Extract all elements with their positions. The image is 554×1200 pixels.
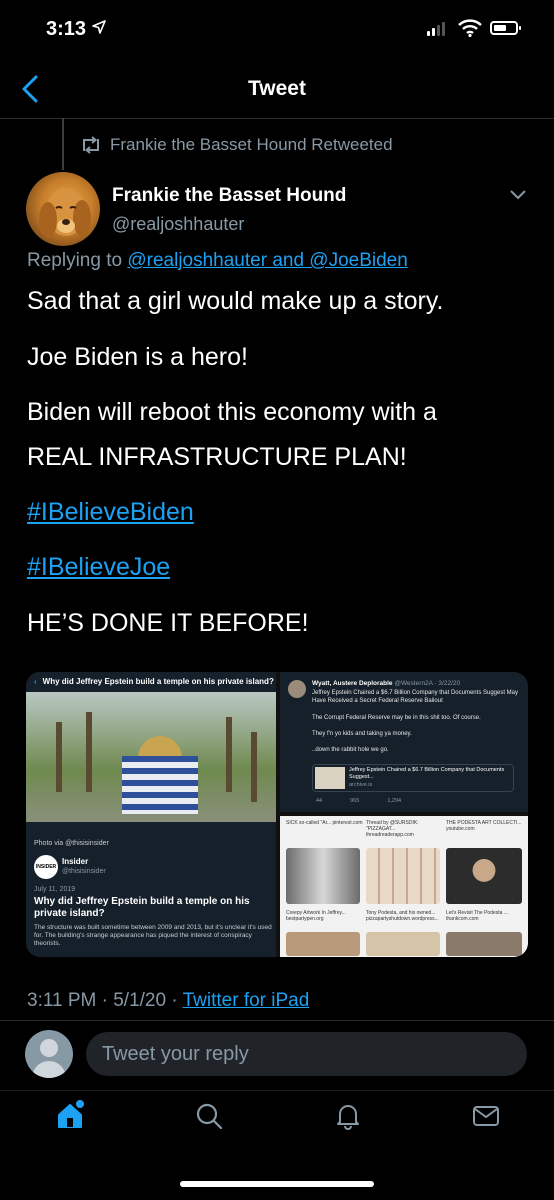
result-label: Let's Revisit The Podesta ... thankcom.c… xyxy=(446,910,509,922)
tweet-meta: 3:11 PM · 5/1/20 · Twitter for iPad xyxy=(27,990,309,1012)
tweet-text-line: HE’S DONE IT BEFORE! xyxy=(27,609,309,637)
reply-input[interactable] xyxy=(86,1032,527,1076)
screenshot-actions: 44 965 1,294 xyxy=(316,798,401,804)
nav-divider xyxy=(0,1090,554,1091)
avatar xyxy=(288,680,306,698)
tweet-source-link[interactable]: Twitter for iPad xyxy=(183,990,310,1011)
link-card-title: Jeffrey Epstein Chaired a $6.7 Billion C… xyxy=(349,767,505,780)
author-avatar[interactable] xyxy=(26,172,100,246)
search-icon[interactable] xyxy=(195,1102,223,1130)
author-name[interactable]: Frankie the Basset Hound xyxy=(112,185,346,207)
link-card-domain: archive.is xyxy=(349,782,373,788)
result-image xyxy=(366,932,440,956)
signal-icon xyxy=(427,22,445,36)
result-label: Creepy Artwork In Jeffrey... bestpartype… xyxy=(286,910,346,922)
screenshot-author-handle: @Western2A · 3/22/20 xyxy=(394,680,461,687)
replying-to: Replying to @realjoshhauter and @JoeBide… xyxy=(27,250,408,272)
result-label: SICK so-called "Ar... pinterest.com xyxy=(286,820,363,826)
article-headline: Why did Jeffrey Epstein build a temple o… xyxy=(34,896,250,919)
retweeted-by-label[interactable]: Frankie the Basset Hound Retweeted xyxy=(110,135,393,155)
replying-to-prefix: Replying to xyxy=(27,250,128,271)
link-card-thumbnail xyxy=(315,767,345,789)
avatar[interactable] xyxy=(25,1030,73,1078)
hashtag-link[interactable]: #IBelieveBiden xyxy=(27,498,194,527)
media-image-tweet-screenshot[interactable]: Wyatt, Austere Deplorable @Western2A · 3… xyxy=(280,672,528,812)
mail-icon[interactable] xyxy=(472,1102,500,1130)
result-image xyxy=(366,848,440,904)
retweet-count: 965 xyxy=(350,798,360,804)
reply-mentions-link[interactable]: @realjoshhauter and @JoeBiden xyxy=(127,250,407,271)
screenshot-author-name: Wyatt, Austere Deplorable xyxy=(312,680,393,687)
chevron-down-icon[interactable] xyxy=(510,190,526,200)
reply-count: 44 xyxy=(316,798,323,804)
insider-logo: INSIDER xyxy=(34,855,58,879)
author-handle[interactable]: @realjoshhauter xyxy=(112,214,244,235)
dog-avatar-image xyxy=(39,188,91,238)
photo-caption: Photo via @thisisinsider xyxy=(34,840,109,847)
retweet-icon xyxy=(83,136,99,154)
media-left-header-text: Why did Jeffrey Epstein build a temple o… xyxy=(42,677,274,686)
battery-icon xyxy=(490,21,521,35)
thread-line xyxy=(62,118,64,170)
media-left-header: ‹ Why did Jeffrey Epstein build a temple … xyxy=(26,672,276,692)
result-image xyxy=(286,848,360,904)
tweet-text-line: Joe Biden is a hero! xyxy=(27,343,248,371)
result-image xyxy=(446,848,522,904)
source-handle: @thisisinsider xyxy=(62,868,106,875)
home-notification-dot xyxy=(76,1100,84,1108)
like-count: 1,294 xyxy=(387,798,402,804)
screenshot-text: The Corrupt Federal Reserve may be in th… xyxy=(312,715,481,721)
hashtag-link[interactable]: #IBelieveJoe xyxy=(27,553,170,582)
bell-icon[interactable] xyxy=(334,1102,362,1130)
result-label: Tony Podesta, and his owned... pizzapart… xyxy=(366,910,439,922)
article-date: July 11, 2019 xyxy=(34,886,76,893)
result-image xyxy=(446,932,522,956)
article-blurb: The structure was built sometime between… xyxy=(34,924,272,947)
media-grid[interactable]: ‹ Why did Jeffrey Epstein build a temple … xyxy=(26,672,528,957)
header-divider xyxy=(0,118,554,119)
result-image xyxy=(286,932,360,956)
status-time: 3:13 xyxy=(46,18,87,40)
back-arrow-icon: ‹ xyxy=(34,677,37,686)
tweet-text-line: Sad that a girl would make up a story. xyxy=(27,287,444,315)
tweet-text-line: Biden will reboot this economy with a xyxy=(27,398,437,426)
link-card: Jeffrey Epstein Chaired a $6.7 Billion C… xyxy=(312,764,514,792)
screenshot-author: Wyatt, Austere Deplorable @Western2A · 3… xyxy=(312,680,460,687)
result-label: THE PODESTA ART COLLECTI... youtube.com xyxy=(446,820,522,832)
screenshot-text: They f'n yo kids and taking ya money. xyxy=(312,731,412,737)
page-title: Tweet xyxy=(248,77,306,100)
location-arrow-icon xyxy=(92,20,106,34)
temple-photo xyxy=(26,692,276,822)
media-image-insider[interactable]: ‹ Why did Jeffrey Epstein build a temple … xyxy=(26,672,276,957)
home-indicator[interactable] xyxy=(180,1181,374,1187)
tweet-timestamp: 3:11 PM · 5/1/20 · xyxy=(27,990,183,1011)
result-label: Thread by @SURSDIK: "PIZZAGAT... threadr… xyxy=(366,820,419,838)
screenshot-text: ..down the rabbit hole we go. xyxy=(312,747,389,753)
wifi-icon xyxy=(458,19,482,37)
tweet-text-line: REAL INFRASTRUCTURE PLAN! xyxy=(27,443,407,471)
source-name: Insider xyxy=(62,857,89,866)
media-image-search-results[interactable]: SICK so-called "Ar... pinterest.com Thre… xyxy=(280,816,528,957)
screenshot-text: Jeffrey Epstein Chaired a $6.7 Billion C… xyxy=(312,690,518,704)
reply-bar-divider xyxy=(0,1020,554,1021)
